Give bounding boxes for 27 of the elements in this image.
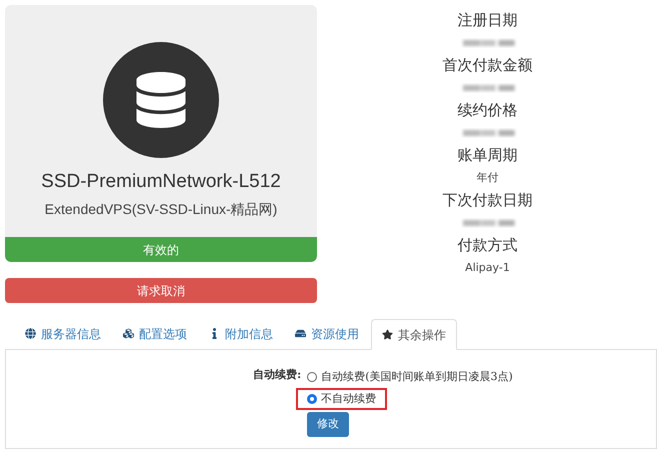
detail-value: Alipay-1 bbox=[465, 260, 510, 276]
radio-button[interactable] bbox=[307, 372, 318, 382]
cubes-icon bbox=[123, 328, 134, 339]
drive-icon bbox=[295, 328, 306, 339]
auto-renew-label: 自动续费: bbox=[253, 367, 302, 383]
tab[interactable]: 服务器信息 bbox=[15, 318, 111, 349]
globe-icon bbox=[25, 328, 36, 339]
radio-button[interactable] bbox=[307, 394, 318, 404]
detail-label: 注册日期 bbox=[458, 10, 518, 31]
tab[interactable]: 配置选项 bbox=[113, 318, 197, 349]
radio-option[interactable]: 自动续费(美国时间账单到期日凌晨3点) bbox=[305, 366, 515, 388]
detail-label: 续约价格 bbox=[458, 100, 518, 121]
detail-value: 年付 bbox=[476, 170, 498, 186]
detail-label: 下次付款日期 bbox=[442, 190, 532, 211]
star-icon bbox=[382, 329, 393, 340]
detail-label: 账单周期 bbox=[458, 145, 518, 166]
tab[interactable]: 其余操作 bbox=[371, 319, 457, 350]
detail-label: 付款方式 bbox=[458, 235, 518, 256]
tab[interactable]: 附加信息 bbox=[199, 318, 283, 349]
tab[interactable]: 资源使用 bbox=[285, 318, 369, 349]
status-bar: 有效的 bbox=[5, 237, 317, 262]
detail-label: 首次付款金额 bbox=[442, 55, 532, 76]
cancel-button[interactable]: 请求取消 bbox=[5, 278, 317, 303]
submit-button[interactable]: 修改 bbox=[307, 412, 350, 437]
product-group: ExtendedVPS(SV-SSD-Linux-精品网) bbox=[44, 200, 278, 218]
product-name: SSD-PremiumNetwork-L512 bbox=[41, 170, 281, 194]
radio-option[interactable]: 不自动续费 bbox=[296, 388, 388, 410]
